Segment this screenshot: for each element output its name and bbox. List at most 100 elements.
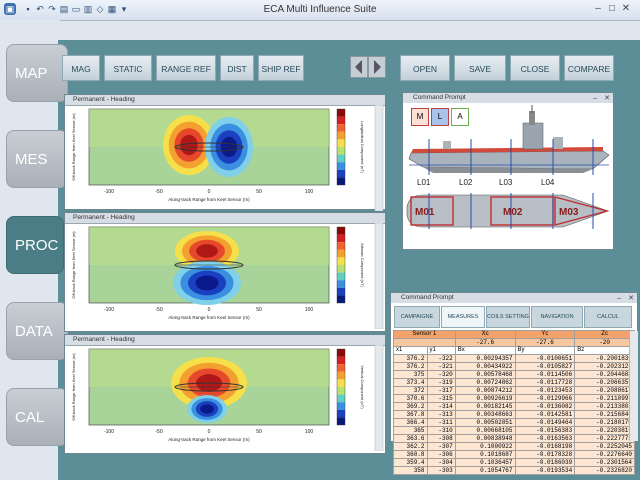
table-row[interactable]: 359.4 -304 0.1036457 -0.0186039 -0.2301564 xyxy=(393,458,635,467)
table-cell: 0.00434922 xyxy=(454,362,516,371)
colorbar-segment xyxy=(337,356,345,365)
table-cell: -0.0129966 xyxy=(514,394,576,403)
colorbar-segment xyxy=(337,154,345,163)
table-row[interactable]: 370.6 -315 0.00926619 -0.0129966 -0.2110997 xyxy=(393,394,635,403)
table-cell: -304 xyxy=(426,458,456,467)
colorbar-segment xyxy=(337,124,345,132)
x-tick-label: -100 xyxy=(104,307,114,313)
colorbar-segment xyxy=(337,139,345,147)
window-close-icon[interactable]: ✕ xyxy=(625,293,637,305)
colorbar-segment xyxy=(337,371,345,380)
table-cell: -0.0117728 xyxy=(514,378,576,387)
table-row[interactable]: 358 -303 0.1054767 -0.0193534 -0.2326820 xyxy=(393,466,635,475)
colorbar-segment xyxy=(337,379,345,387)
static-button[interactable]: STATIC xyxy=(104,55,152,81)
table-cell: -322 xyxy=(426,354,456,363)
table-row[interactable]: 363.6 -308 0.00838948 -0.0163563 -0.2227772 xyxy=(393,434,635,443)
table-prompt-title: Command Prompt xyxy=(391,293,637,303)
contour-plot: -100 -50 0 50 100 Along-track Range from Keel… xyxy=(71,105,384,211)
section-label-m02: M02 xyxy=(503,207,523,218)
compare-button[interactable]: COMPARE xyxy=(564,55,614,81)
x-axis-label: Along-track Range from Keel Sensor (m) xyxy=(168,315,250,320)
nav-mes[interactable]: MES xyxy=(6,130,68,188)
table-cell: 0.00874212 xyxy=(454,386,516,395)
colorbar-segment xyxy=(337,249,345,258)
plot-window-vertical[interactable]: Permanent - Heading -100 -50 0 50 100 Along-tr… xyxy=(64,334,386,454)
nav-cal[interactable]: CAL xyxy=(6,388,68,446)
table-row[interactable]: 362.2 -307 0.1000922 -0.0168198 -0.2252045 xyxy=(393,442,635,451)
maximize-icon[interactable]: □ xyxy=(606,3,618,15)
x-axis-label: Along-track Range from Keel Sensor (m) xyxy=(168,437,250,442)
x-tick-label: -100 xyxy=(104,189,114,195)
window-minimize-icon[interactable]: – xyxy=(613,293,625,305)
colorbar-segment xyxy=(337,234,345,243)
table-scrollbar[interactable] xyxy=(629,331,638,441)
ship-ref-button[interactable]: SHIP REF xyxy=(258,55,304,81)
table-row[interactable]: 372 -317 0.00874212 -0.0123453 -0.2088617 xyxy=(393,386,635,395)
table-cell: 372 xyxy=(393,386,428,395)
x-tick-label: 0 xyxy=(208,429,211,435)
x-tick-label: 100 xyxy=(305,307,314,313)
table-row[interactable]: 373.4 -319 0.00724862 -0.0117728 -0.2066359 xyxy=(393,378,635,387)
plot-window-athwart[interactable]: Permanent - Heading -100 -50 0 50 100 Along-tr… xyxy=(64,212,386,332)
zc-value: -20 xyxy=(574,338,635,347)
tab-navigation[interactable]: NAVIGATION xyxy=(531,306,583,328)
table-cell: -315 xyxy=(426,394,456,403)
table-cell: -308 xyxy=(426,434,456,443)
contour-plot: -100 -50 0 50 100 Along-track Range from Keel… xyxy=(71,345,384,451)
table-cell: -0.0186039 xyxy=(514,458,576,467)
plot-window-longitudinal[interactable]: Permanent - Heading -100 -50 0 50 100 Along-tr… xyxy=(64,94,386,211)
sensor-label: Sensor 1 xyxy=(393,330,456,339)
table-row[interactable]: 367.8 -313 0.00348663 -0.0142581 -0.2156846 xyxy=(393,410,635,419)
table-cell: 358 xyxy=(393,466,428,475)
table-cell: -314 xyxy=(426,402,456,411)
table-cell: 367.8 xyxy=(393,410,428,419)
tab-measures[interactable]: MEASURES xyxy=(441,306,485,328)
nav-data[interactable]: DATA xyxy=(6,302,68,360)
table-row[interactable]: 369.2 -314 0.00182145 -0.0136082 -0.2133802 xyxy=(393,402,635,411)
close-button[interactable]: CLOSE xyxy=(510,55,560,81)
table-row[interactable]: 376.2 -322 0.00294357 -0.0100651 -0.2001839 xyxy=(393,354,635,363)
x-tick-label: 100 xyxy=(305,189,314,195)
tab-calcul[interactable]: CALCUL xyxy=(584,306,632,328)
nav-map[interactable]: MAP xyxy=(6,44,68,102)
line-label-l03: L03 xyxy=(499,178,513,187)
close-window-icon[interactable]: ✕ xyxy=(620,3,632,15)
table-row[interactable]: 375 -320 0.00578468 -0.0114506 -0.2044688 xyxy=(393,370,635,379)
table-row[interactable]: 360.8 -306 0.1018687 -0.0178328 -0.2276640 xyxy=(393,450,635,459)
table-cell: 0.00668105 xyxy=(454,426,516,435)
table-cell: -0.0142581 xyxy=(514,410,576,419)
colorbar-segment xyxy=(337,109,345,117)
table-cell: 0.00838948 xyxy=(454,434,516,443)
table-row[interactable]: 376.2 -321 0.00434922 -0.0105827 -0.2023123 xyxy=(393,362,635,371)
next-arrow-button[interactable] xyxy=(368,56,386,78)
table-cell: 359.4 xyxy=(393,458,428,467)
prev-arrow-button[interactable] xyxy=(350,56,368,78)
nav-proc[interactable]: PROC xyxy=(6,216,64,274)
tab-campaigne[interactable]: CAMPAIGNE xyxy=(394,306,440,328)
range-ref-button[interactable]: RANGE REF xyxy=(156,55,216,81)
table-cell: -0.2227772 xyxy=(574,434,635,443)
plot-scrollbar xyxy=(374,223,384,329)
open-button[interactable]: OPEN xyxy=(400,55,450,81)
table-cell: 362.2 xyxy=(393,442,428,451)
dist-button[interactable]: DIST xyxy=(220,55,254,81)
table-cell: 0.00926619 xyxy=(454,394,516,403)
colorbar-label: Vertical Component (nT) xyxy=(360,365,365,409)
yc-label: Yc xyxy=(514,330,576,339)
minimize-icon[interactable]: – xyxy=(592,3,604,15)
table-cell: -313 xyxy=(426,410,456,419)
save-button[interactable]: SAVE xyxy=(454,55,506,81)
colorbar-segment xyxy=(337,147,345,155)
table-row[interactable]: 366.4 -311 0.00502851 -0.0149464 -0.2180170 xyxy=(393,418,635,427)
table-cell: -0.2133802 xyxy=(574,402,635,411)
ship-command-window[interactable]: Command Prompt – ✕ M L A L01 L02 L03 L04 xyxy=(402,92,614,250)
tab-coils-setting[interactable]: COILS SETTING xyxy=(486,306,530,328)
table-cell: 376.2 xyxy=(393,354,428,363)
mag-button[interactable]: MAG xyxy=(62,55,100,81)
table-row[interactable]: 365 -310 0.00668105 -0.0156383 -0.2203819 xyxy=(393,426,635,435)
measures-command-window[interactable]: Command Prompt – ✕ CAMPAIGNE MEASURES CO… xyxy=(390,292,638,475)
colorbar-label: Athwart Component (nT) xyxy=(360,243,365,287)
table-cell: -317 xyxy=(426,386,456,395)
column-header: By xyxy=(514,346,576,355)
